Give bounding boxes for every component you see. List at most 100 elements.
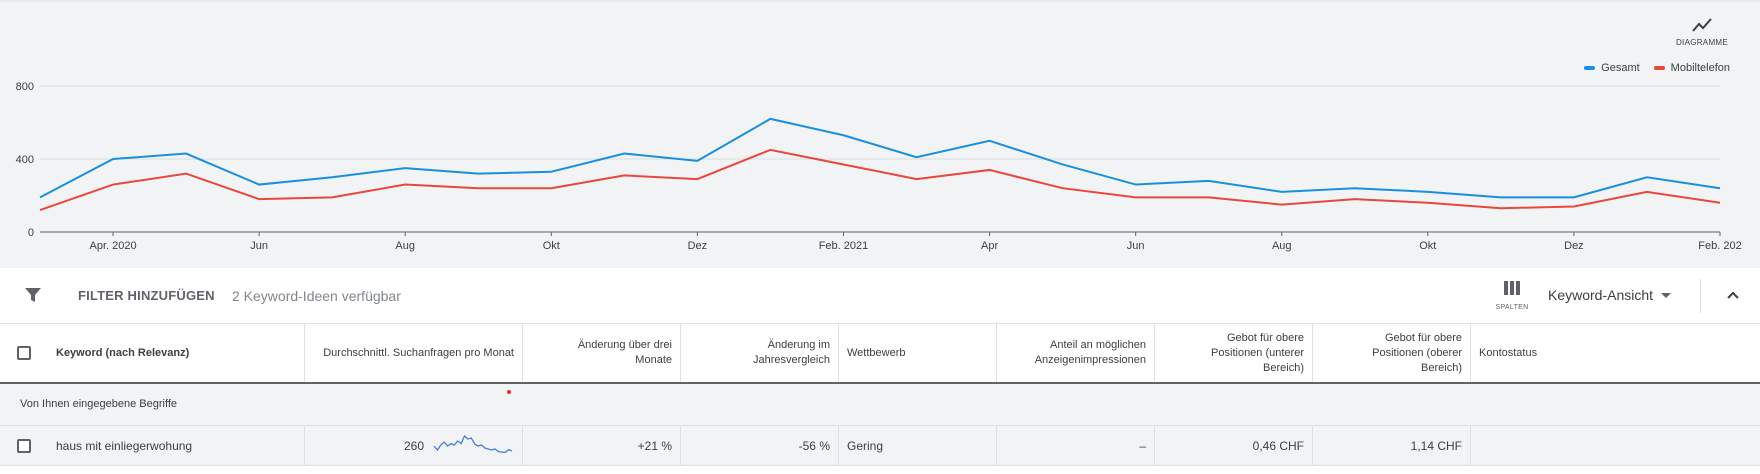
data-point[interactable] — [1353, 186, 1357, 190]
data-point[interactable] — [1207, 179, 1211, 183]
section-label: Von Ihnen eingegebene Begriffe — [20, 398, 177, 410]
column-header-three-month-label: Änderung über drei Monate — [577, 339, 672, 366]
data-point[interactable] — [184, 152, 188, 156]
data-point[interactable] — [1645, 175, 1649, 179]
column-header-avg-searches[interactable]: Durchschnittl. Suchanfragen pro Monat — [305, 324, 523, 382]
data-point[interactable] — [622, 152, 626, 156]
select-all-checkbox[interactable] — [17, 346, 31, 360]
data-point[interactable] — [330, 175, 334, 179]
data-point[interactable] — [622, 173, 626, 177]
data-point[interactable] — [1280, 190, 1284, 194]
search-volume-chart: 0 400 800 Apr. 2020 Jun Aug Okt Dez Feb. 2021 Apr… — [16, 81, 1742, 252]
column-header-account-status-label: Kontostatus — [1479, 346, 1538, 359]
data-point[interactable] — [403, 166, 407, 170]
bid-low-value: 0,46 CHF — [1252, 438, 1304, 453]
data-point[interactable] — [768, 117, 772, 121]
column-header-account-status[interactable]: Kontostatus — [1471, 324, 1760, 382]
chart-toggle-button[interactable]: DIAGRAMME — [1674, 16, 1730, 47]
column-header-yoy-change[interactable]: Änderung im Jahresvergleich — [681, 324, 839, 382]
x-tick-label: Feb. 202 — [1698, 240, 1741, 252]
column-header-impression-share[interactable]: Anteil an möglichen Anzeigenimpressionen — [997, 324, 1155, 382]
data-point[interactable] — [1134, 183, 1138, 187]
data-point[interactable] — [1572, 195, 1576, 199]
data-point[interactable] — [1572, 204, 1576, 208]
legend-item-mobile[interactable]: Mobiltelefon — [1653, 62, 1730, 74]
competition-cell: Gering — [839, 426, 997, 465]
data-point[interactable] — [1718, 201, 1722, 205]
avg-searches-cell: 260 — [305, 426, 523, 465]
dropdown-arrow-icon — [1661, 292, 1672, 298]
column-header-keyword[interactable]: Keyword (nach Relevanz) — [48, 324, 305, 382]
data-point[interactable] — [403, 183, 407, 187]
data-point[interactable] — [988, 168, 992, 172]
data-point[interactable] — [988, 139, 992, 143]
data-point[interactable] — [1645, 190, 1649, 194]
bid-high-value: 1,14 CHF — [1410, 438, 1462, 453]
legend-swatch-mobile — [1653, 66, 1665, 70]
table-row[interactable]: haus mit einliegerwohung 260 +21 % -56 %… — [0, 426, 1760, 466]
x-tick-label: Apr. 2020 — [89, 240, 136, 252]
data-point[interactable] — [1426, 201, 1430, 205]
series-line-total[interactable] — [39, 117, 1721, 199]
filter-icon[interactable] — [24, 286, 42, 309]
column-header-keyword-label: Keyword (nach Relevanz) — [56, 346, 190, 359]
keyword-cell: haus mit einliegerwohung — [48, 426, 305, 465]
data-point[interactable] — [695, 177, 699, 181]
data-point[interactable] — [1353, 197, 1357, 201]
x-tick-label: Dez — [688, 240, 708, 252]
column-header-bid-low[interactable]: Gebot für obere Positionen (unterer Bere… — [1155, 324, 1313, 382]
data-point[interactable] — [1499, 195, 1503, 199]
section-row: Von Ihnen eingegebene Begriffe — [0, 384, 1760, 426]
legend-item-total[interactable]: Gesamt — [1584, 62, 1640, 74]
column-header-bid-high-label: Gebot für obere Positionen (oberer Berei… — [1372, 331, 1462, 374]
data-point[interactable] — [38, 195, 42, 199]
data-point[interactable] — [257, 197, 261, 201]
data-point[interactable] — [111, 183, 115, 187]
data-point[interactable] — [1061, 162, 1065, 166]
columns-icon — [1504, 281, 1520, 295]
data-point[interactable] — [330, 195, 334, 199]
data-point[interactable] — [549, 170, 553, 174]
column-header-three-month-change[interactable]: Änderung über drei Monate — [523, 324, 681, 382]
table-header-row: Keyword (nach Relevanz) Durchschnittl. S… — [0, 324, 1760, 384]
y-tick-label: 0 — [28, 227, 34, 239]
chart-legend: Gesamt Mobiltelefon — [1584, 62, 1730, 74]
sparkline-path — [433, 434, 513, 453]
view-select[interactable]: Keyword-Ansicht — [1548, 287, 1672, 303]
data-point[interactable] — [1499, 206, 1503, 210]
data-point[interactable] — [111, 157, 115, 161]
y-tick-label: 400 — [16, 154, 34, 166]
column-header-bid-high[interactable]: Gebot für obere Positionen (oberer Berei… — [1313, 324, 1471, 382]
data-point[interactable] — [768, 148, 772, 152]
data-point[interactable] — [184, 172, 188, 176]
data-point[interactable] — [476, 172, 480, 176]
columns-label: SPALTEN — [1495, 304, 1529, 311]
columns-button[interactable]: SPALTEN — [1494, 280, 1530, 311]
row-checkbox[interactable] — [17, 438, 31, 453]
data-point[interactable] — [915, 177, 919, 181]
yoy-change-value: -56 % — [798, 438, 830, 453]
chart-toggle-label: DIAGRAMME — [1675, 38, 1729, 47]
data-point[interactable] — [549, 186, 553, 190]
add-filter-button[interactable]: FILTER HINZUFÜGEN — [78, 288, 215, 303]
chevron-up-icon[interactable] — [1724, 286, 1742, 309]
data-point[interactable] — [1207, 195, 1211, 199]
column-header-competition[interactable]: Wettbewerb — [839, 324, 997, 382]
three-month-change-cell: +21 % — [523, 426, 681, 465]
data-point[interactable] — [257, 183, 261, 187]
data-point[interactable] — [915, 155, 919, 159]
data-point[interactable] — [1426, 190, 1430, 194]
data-point[interactable] — [1061, 186, 1065, 190]
data-point[interactable] — [841, 133, 845, 137]
x-tick-label: Feb. 2021 — [819, 240, 869, 252]
row-checkbox-cell — [0, 426, 48, 465]
data-point[interactable] — [476, 186, 480, 190]
data-point[interactable] — [1134, 195, 1138, 199]
data-point[interactable] — [38, 208, 42, 212]
info-dot-icon — [507, 390, 511, 394]
data-point[interactable] — [1718, 186, 1722, 190]
data-point[interactable] — [841, 162, 845, 166]
data-point[interactable] — [1280, 203, 1284, 207]
data-point[interactable] — [695, 159, 699, 163]
y-tick-label: 800 — [16, 81, 34, 93]
